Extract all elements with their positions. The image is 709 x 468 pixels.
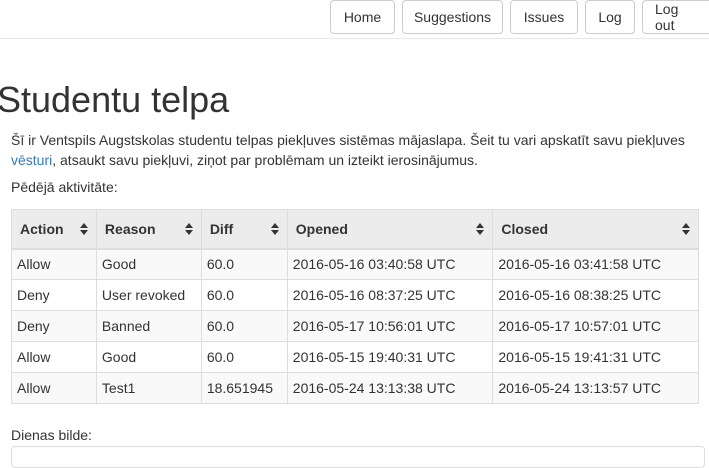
- sort-icon: [476, 222, 485, 235]
- nav-home-button[interactable]: Home: [330, 0, 395, 34]
- activity-table: Action Reason Diff Opened Closed Allow G…: [11, 209, 699, 404]
- sort-icon: [682, 222, 690, 235]
- column-header-action[interactable]: Action: [11, 209, 97, 250]
- table-row: Allow Good 60.0 2016-05-16 03:40:58 UTC …: [11, 248, 699, 280]
- cell-reason: Test1: [95, 372, 202, 404]
- cell-action: Deny: [11, 279, 97, 311]
- cell-action: Deny: [11, 310, 97, 342]
- column-header-opened[interactable]: Opened: [286, 209, 494, 250]
- cell-opened: 2016-05-17 10:56:01 UTC: [286, 310, 494, 342]
- cell-reason: Good: [95, 341, 202, 373]
- intro-text-end: , atsaukt savu piekļuvi, ziņot par probl…: [52, 152, 478, 168]
- cell-action: Allow: [11, 372, 97, 404]
- daily-photo-label: Dienas bilde:: [11, 427, 92, 443]
- recent-activity-label: Pēdējā aktivitāte:: [11, 179, 118, 195]
- cell-action: Allow: [11, 248, 97, 280]
- intro-text-start: Šī ir Ventspils Augstskolas studentu tel…: [11, 132, 685, 148]
- cell-closed: 2016-05-15 19:41:31 UTC: [492, 341, 699, 373]
- column-header-closed[interactable]: Closed: [492, 209, 699, 250]
- history-link[interactable]: vēsturi: [11, 152, 52, 168]
- cell-diff: 60.0: [200, 248, 288, 280]
- cell-action: Allow: [11, 341, 97, 373]
- cell-opened: 2016-05-15 19:40:31 UTC: [286, 341, 494, 373]
- cell-closed: 2016-05-16 08:38:25 UTC: [492, 279, 699, 311]
- daily-photo-panel: [11, 446, 705, 468]
- nav-suggestions-button[interactable]: Suggestions: [402, 0, 503, 34]
- intro-text: Šī ir Ventspils Augstskolas studentu tel…: [11, 130, 709, 170]
- cell-reason: Good: [95, 248, 202, 280]
- column-header-reason[interactable]: Reason: [95, 209, 202, 250]
- table-header-row: Action Reason Diff Opened Closed: [11, 209, 699, 250]
- cell-diff: 18.651945: [200, 372, 288, 404]
- cell-closed: 2016-05-17 10:57:01 UTC: [492, 310, 699, 342]
- nav-logout-button[interactable]: Log out: [642, 0, 709, 34]
- cell-diff: 60.0: [200, 341, 288, 373]
- nav-issues-button[interactable]: Issues: [510, 0, 578, 34]
- sort-icon: [184, 222, 193, 235]
- column-header-diff[interactable]: Diff: [200, 209, 288, 250]
- table-row: Allow Good 60.0 2016-05-15 19:40:31 UTC …: [11, 341, 699, 373]
- column-header-label: Opened: [295, 220, 348, 237]
- column-header-label: Closed: [501, 220, 549, 237]
- column-header-label: Action: [20, 220, 64, 237]
- table-row: Allow Test1 18.651945 2016-05-24 13:13:3…: [11, 372, 699, 404]
- top-navbar: Home Suggestions Issues Log Log out: [0, 0, 709, 39]
- page-title: Studentu telpa: [0, 79, 230, 120]
- table-row: Deny Banned 60.0 2016-05-17 10:56:01 UTC…: [11, 310, 699, 342]
- cell-opened: 2016-05-16 08:37:25 UTC: [286, 279, 494, 311]
- cell-opened: 2016-05-16 03:40:58 UTC: [286, 248, 494, 280]
- sort-icon: [270, 222, 279, 235]
- column-header-label: Diff: [209, 220, 234, 237]
- cell-closed: 2016-05-16 03:41:58 UTC: [492, 248, 699, 280]
- cell-diff: 60.0: [200, 310, 288, 342]
- nav-buttons: Home Suggestions Issues Log Log out: [323, 0, 709, 34]
- nav-log-button[interactable]: Log: [585, 0, 635, 34]
- cell-diff: 60.0: [200, 279, 288, 311]
- column-header-label: Reason: [104, 220, 156, 237]
- cell-closed: 2016-05-24 13:13:57 UTC: [492, 372, 699, 404]
- cell-reason: Banned: [95, 310, 202, 342]
- cell-reason: User revoked: [95, 279, 202, 311]
- table-row: Deny User revoked 60.0 2016-05-16 08:37:…: [11, 279, 699, 311]
- sort-icon: [79, 222, 88, 235]
- cell-opened: 2016-05-24 13:13:38 UTC: [286, 372, 494, 404]
